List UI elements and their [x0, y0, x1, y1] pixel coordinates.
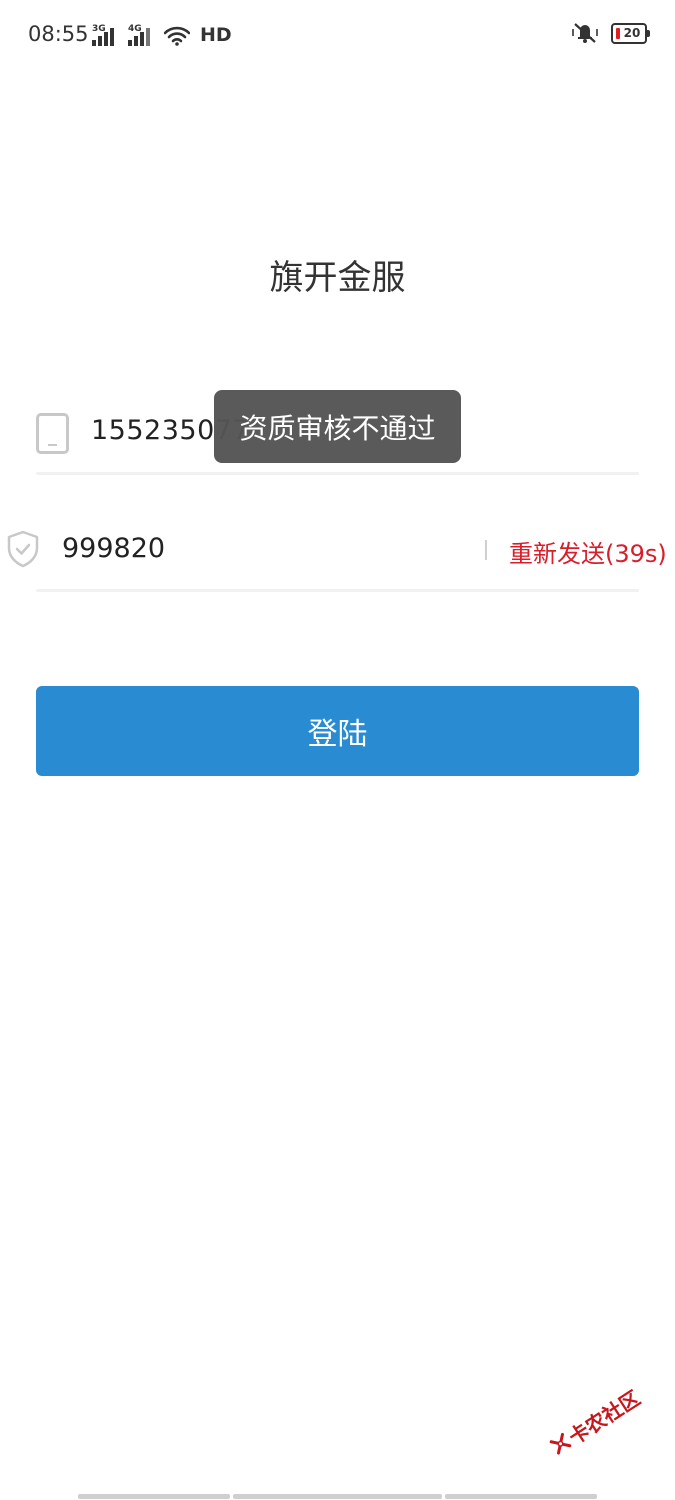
status-time: 08:55 — [28, 22, 89, 46]
hd-indicator: HD — [200, 24, 232, 46]
resend-code-button[interactable]: 重新发送(39s) — [509, 534, 667, 569]
phone-field-underline — [36, 472, 639, 475]
shield-check-icon — [7, 530, 39, 568]
status-bar: 08:55 3G 4G HD 20 — [0, 0, 675, 70]
signal-4g-icon: 4G — [128, 24, 150, 46]
verification-code-input[interactable]: 999820 — [62, 533, 165, 564]
toast-message: 资质审核不通过 — [214, 390, 461, 463]
code-field-underline — [36, 589, 639, 592]
battery-level: 20 — [623, 26, 641, 40]
wifi-icon — [164, 26, 190, 46]
battery-low-fill — [616, 27, 620, 39]
watermark: 卡农社区 — [534, 1365, 656, 1478]
watermark-text: 卡农社区 — [563, 1385, 645, 1450]
verification-code-field[interactable]: 999820 重新发送(39s) — [7, 512, 667, 592]
signal-3g-icon: 3G — [92, 24, 114, 46]
status-icons-left: 3G 4G HD — [92, 22, 232, 46]
navigation-indicator — [78, 1494, 598, 1500]
status-icons-right: 20 — [571, 22, 650, 44]
phone-icon — [36, 413, 69, 454]
mute-vibrate-icon — [572, 23, 598, 43]
app-title: 旗开金服 — [269, 258, 406, 298]
battery-icon: 20 — [611, 22, 650, 44]
resend-divider — [485, 540, 487, 560]
login-button[interactable]: 登陆 — [36, 686, 639, 776]
